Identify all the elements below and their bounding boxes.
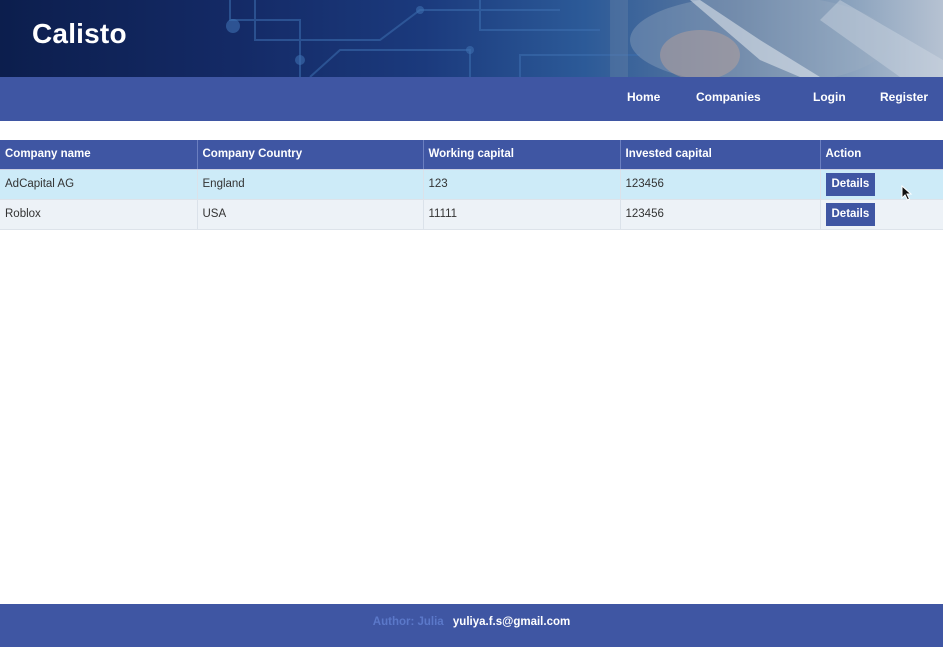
column-header-company-name: Company name — [0, 140, 198, 170]
table-header-row: Company name Company Country Working cap… — [0, 140, 943, 170]
cell-company-country: England — [197, 169, 424, 200]
details-button[interactable]: Details — [825, 202, 876, 226]
footer-author: Author: Julia — [372, 616, 444, 628]
cell-invested-capital: 123456 — [620, 199, 821, 230]
footer-email-link[interactable]: yuliya.f.s@gmail.com — [453, 616, 570, 628]
cell-action: Details — [820, 199, 943, 230]
cell-company-country: USA — [197, 199, 424, 230]
top-nav: Home Companies Login Register — [0, 77, 943, 121]
cell-action: Details — [820, 169, 943, 200]
cell-working-capital: 11111 — [423, 199, 621, 230]
cell-company-name: Roblox — [0, 199, 198, 230]
nav-register[interactable]: Register — [880, 90, 928, 104]
nav-login[interactable]: Login — [813, 90, 846, 104]
header-banner: Calisto — [0, 0, 943, 77]
column-header-action: Action — [820, 140, 943, 170]
cell-working-capital: 123 — [423, 169, 621, 200]
column-header-company-country: Company Country — [197, 140, 424, 170]
table-row: Roblox USA 11111 123456 Details — [0, 199, 943, 230]
nav-companies[interactable]: Companies — [696, 90, 761, 104]
brand-logo-text[interactable]: Calisto — [32, 18, 127, 50]
column-header-working-capital: Working capital — [423, 140, 621, 170]
nav-home[interactable]: Home — [627, 90, 660, 104]
footer: Author: Julia yuliya.f.s@gmail.com — [0, 604, 943, 647]
details-button[interactable]: Details — [825, 172, 876, 196]
banner-image — [226, 0, 943, 77]
mouse-cursor-icon — [901, 185, 913, 201]
table-row: AdCapital AG England 123 123456 Details — [0, 169, 943, 200]
cell-invested-capital: 123456 — [620, 169, 821, 200]
cell-company-name: AdCapital AG — [0, 169, 198, 200]
companies-table: Company name Company Country Working cap… — [0, 140, 943, 230]
column-header-invested-capital: Invested capital — [620, 140, 821, 170]
